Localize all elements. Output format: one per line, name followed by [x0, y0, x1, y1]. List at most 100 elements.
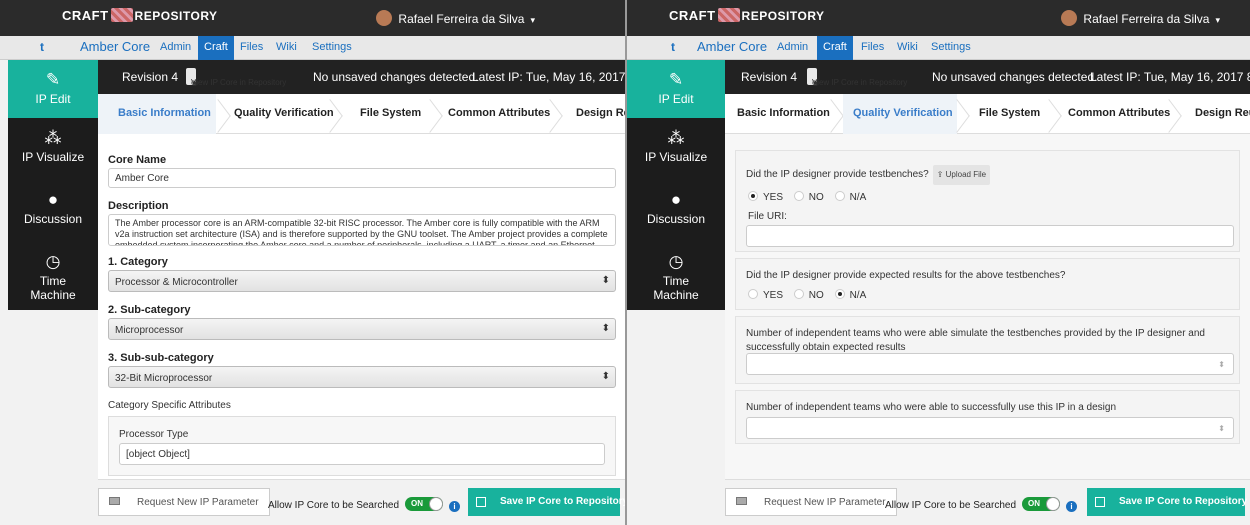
- q2-na-label: N/A: [849, 290, 867, 301]
- nav-t-icon[interactable]: t: [671, 40, 675, 54]
- logo[interactable]: CRAFT REPOSITORY: [669, 8, 825, 23]
- nav-wiki[interactable]: Wiki: [276, 41, 297, 53]
- q2-radio-group: YES NO N/A: [748, 289, 874, 301]
- save-button[interactable]: Save IP Core to Repository: [1087, 488, 1248, 516]
- tab-separator: [218, 94, 232, 134]
- category-select[interactable]: Processor & Microcontroller: [108, 270, 616, 292]
- latest-ip: Latest IP: Tue, May 16, 2017 8:54: [472, 70, 625, 84]
- nav-t-icon[interactable]: t: [40, 40, 44, 54]
- info-icon[interactable]: i: [1066, 501, 1078, 512]
- sidebar-item-discussion[interactable]: ● Discussion: [8, 190, 98, 226]
- q1-radio-no[interactable]: [793, 191, 804, 201]
- q4-text: Number of independent teams who were abl…: [746, 402, 1117, 413]
- nav-craft[interactable]: Craft: [198, 36, 234, 60]
- search-toggle[interactable]: ON: [405, 497, 444, 511]
- sidebar-item-discussion[interactable]: ● Discussion: [627, 190, 725, 226]
- comment-icon: ●: [670, 190, 682, 209]
- user-menu[interactable]: Rafael Ferreira da Silva ▾: [1061, 10, 1220, 26]
- tab-quality-verification[interactable]: Quality Verification: [853, 107, 953, 119]
- processor-type-input[interactable]: [object Object]: [119, 443, 605, 465]
- subsubcategory-select[interactable]: 32-Bit Microprocessor: [108, 366, 616, 388]
- save-button-label: Save IP Core to Repository: [1119, 496, 1248, 507]
- tab-basic-information[interactable]: Basic Information: [737, 107, 830, 119]
- logo-subtext: REPOSITORY: [741, 9, 825, 23]
- tab-design-reuse[interactable]: Design Reu: [576, 107, 625, 119]
- nav-craft[interactable]: Craft: [817, 36, 853, 60]
- q2-text: Did the IP designer provide expected res…: [746, 270, 1066, 281]
- sidebar-item-label: Time Machine: [30, 274, 76, 302]
- tab-common-attributes[interactable]: Common Attributes: [1068, 107, 1170, 119]
- q1-radio-na[interactable]: [834, 191, 845, 201]
- tab-design-reuse[interactable]: Design Reu: [1195, 107, 1250, 119]
- description-textarea[interactable]: The Amber processor core is an ARM-compa…: [108, 214, 616, 246]
- question-independent-usage: Number of independent teams who were abl…: [735, 390, 1240, 444]
- nav-settings[interactable]: Settings: [312, 41, 352, 53]
- allow-search-control: Allow IP Core to be Searched ON i: [268, 497, 461, 512]
- allow-search-label: Allow IP Core to be Searched: [885, 500, 1017, 511]
- upload-file-button[interactable]: ⇪ Upload File: [932, 165, 991, 185]
- q1-yes-label: YES: [763, 192, 784, 203]
- nav-admin[interactable]: Admin: [160, 41, 191, 53]
- tab-basic-information[interactable]: Basic Information: [118, 107, 211, 119]
- user-menu[interactable]: Rafael Ferreira da Silva ▾: [376, 10, 535, 26]
- subcategory-select[interactable]: Microprocessor: [108, 318, 616, 340]
- logo-subtext: REPOSITORY: [134, 9, 218, 23]
- envelope-icon: [736, 497, 747, 505]
- nav-settings[interactable]: Settings: [931, 41, 971, 53]
- tab-bar: Basic Information Quality Verification F…: [725, 94, 1250, 134]
- q1-no-label: NO: [808, 192, 824, 203]
- q3-number-input[interactable]: ⬍: [746, 353, 1234, 375]
- sidebar-item-ip-edit[interactable]: ✎ IP Edit: [8, 60, 98, 118]
- q2-radio-yes[interactable]: [748, 289, 758, 299]
- request-parameter-button[interactable]: Request New IP Parameter: [98, 488, 270, 516]
- tab-separator: [430, 94, 444, 134]
- logo[interactable]: CRAFT REPOSITORY: [62, 8, 218, 23]
- search-toggle[interactable]: ON: [1022, 497, 1061, 511]
- q2-radio-na[interactable]: [834, 289, 845, 299]
- question-expected-results: Did the IP designer provide expected res…: [735, 258, 1240, 310]
- q2-radio-no[interactable]: [793, 289, 804, 299]
- q1-text: Did the IP designer provide testbenches?: [746, 169, 929, 180]
- nav-files[interactable]: Files: [861, 41, 884, 53]
- nav-core-name[interactable]: Amber Core: [80, 39, 150, 54]
- tab-file-system[interactable]: File System: [979, 107, 1040, 119]
- spinner-icon[interactable]: ⬍: [1218, 360, 1225, 369]
- save-button[interactable]: Save IP Core to Repository: [468, 488, 625, 516]
- view-in-repository-button[interactable]: ◉ View IP Core in Repository: [807, 68, 907, 87]
- tab-common-attributes[interactable]: Common Attributes: [448, 107, 550, 119]
- sidebar-item-time-machine[interactable]: ◷ Time Machine: [8, 252, 98, 302]
- chevron-down-icon: ▾: [530, 15, 535, 25]
- upload-icon: ⇪: [936, 170, 946, 179]
- category-value: Processor & Microcontroller: [115, 277, 238, 288]
- sidebar: ✎ IP Edit ⁂ IP Visualize ● Discussion ◷ Time…: [8, 60, 98, 310]
- edit-icon: ✎: [45, 70, 61, 89]
- chevron-down-icon: ▾: [1215, 15, 1220, 25]
- clock-icon: ◷: [668, 252, 684, 271]
- request-parameter-button[interactable]: Request New IP Parameter: [725, 488, 897, 516]
- q1-na-label: N/A: [849, 192, 867, 203]
- tab-file-system[interactable]: File System: [360, 107, 421, 119]
- sidebar-item-ip-visualize[interactable]: ⁂ IP Visualize: [627, 128, 725, 164]
- info-icon[interactable]: i: [449, 501, 461, 512]
- nav-wiki[interactable]: Wiki: [897, 41, 918, 53]
- file-uri-input[interactable]: [746, 225, 1234, 247]
- sidebar-item-ip-edit[interactable]: ✎ IP Edit: [627, 60, 725, 118]
- sidebar-item-ip-visualize[interactable]: ⁂ IP Visualize: [8, 128, 98, 164]
- tab-separator: [1169, 94, 1183, 134]
- subsubcategory-label: 3. Sub-sub-category: [108, 352, 214, 364]
- tab-separator: [330, 94, 344, 134]
- q1-radio-yes[interactable]: [748, 191, 758, 201]
- sidebar-item-time-machine[interactable]: ◷ Time Machine: [627, 252, 725, 302]
- save-button-label: Save IP Core to Repository: [500, 496, 625, 507]
- nav-admin[interactable]: Admin: [777, 41, 808, 53]
- nav-files[interactable]: Files: [240, 41, 263, 53]
- spinner-icon[interactable]: ⬍: [1218, 424, 1225, 433]
- subcategory-value: Microprocessor: [115, 325, 184, 336]
- core-name-input[interactable]: Amber Core: [108, 168, 616, 188]
- nav-core-name[interactable]: Amber Core: [697, 39, 767, 54]
- core-name-label: Core Name: [108, 154, 167, 166]
- q4-number-input[interactable]: ⬍: [746, 417, 1234, 439]
- footer-bar: Request New IP Parameter Allow IP Core t…: [725, 479, 1250, 525]
- view-in-repository-button[interactable]: ◉ View IP Core in Repository: [186, 68, 286, 87]
- basic-information-form: Core Name Amber Core Description The Amb…: [98, 134, 625, 525]
